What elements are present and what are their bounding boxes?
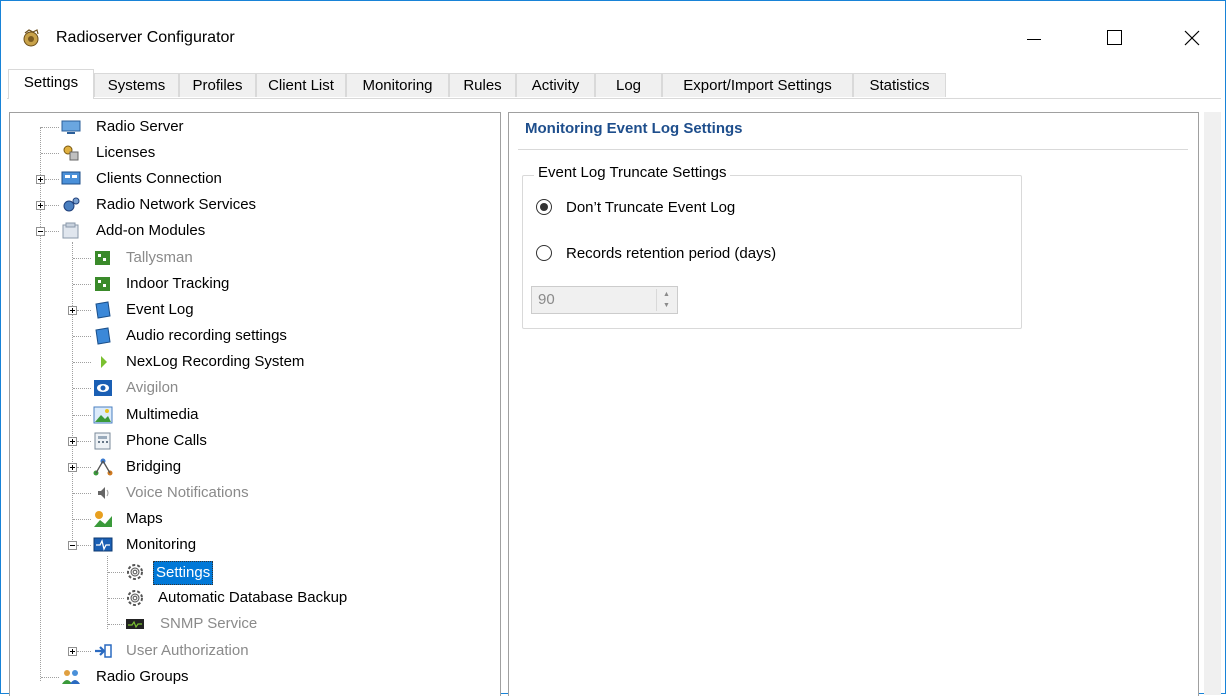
tab-settings[interactable]: Settings — [8, 69, 94, 99]
tab-activity[interactable]: Activity — [516, 73, 595, 97]
multimedia-icon — [93, 406, 113, 424]
tree-line — [73, 519, 91, 520]
tree-line — [108, 572, 124, 573]
tree-line — [73, 336, 91, 337]
tab-monitoring[interactable]: Monitoring — [346, 73, 449, 97]
tab-divider — [7, 98, 1221, 99]
user-authorization-icon — [95, 644, 112, 658]
tab-export-import-settings[interactable]: Export/Import Settings — [662, 73, 853, 97]
tree-line — [45, 231, 59, 232]
tree-line — [73, 258, 91, 259]
audio-recording-icon — [95, 327, 111, 345]
tab-statistics[interactable]: Statistics — [853, 73, 946, 97]
collapse-monitoring-button[interactable] — [68, 541, 77, 550]
licenses-icon — [63, 145, 79, 161]
tree-line — [45, 179, 59, 180]
tree-line — [45, 205, 59, 206]
section-title: Monitoring Event Log Settings — [525, 120, 743, 137]
server-icon — [61, 120, 81, 134]
tree-line — [40, 127, 41, 681]
tree-line — [72, 242, 73, 544]
expand-user-authorization-button[interactable] — [68, 647, 77, 656]
tree-line — [41, 153, 59, 154]
radio-groups-icon — [62, 670, 80, 684]
tree-line — [41, 677, 59, 678]
stepper-up-button[interactable]: ▲ — [657, 289, 676, 300]
tree-line — [77, 467, 91, 468]
bridging-icon — [93, 458, 113, 476]
tallysman-icon — [95, 251, 110, 265]
tree-line — [77, 310, 91, 311]
tree-line — [41, 127, 59, 128]
dont-truncate-label[interactable]: Don’t Truncate Event Log — [566, 199, 735, 216]
indoor-tracking-icon — [95, 277, 110, 291]
event-log-icon — [95, 301, 111, 319]
close-button[interactable] — [1169, 23, 1215, 53]
tab-profiles[interactable]: Profiles — [179, 73, 256, 97]
monitoring-icon — [93, 537, 113, 552]
section-divider — [518, 149, 1188, 150]
expand-phone-calls-button[interactable] — [68, 437, 77, 446]
tab-log[interactable]: Log — [595, 73, 662, 97]
tree-line — [73, 415, 91, 416]
nexlog-icon — [101, 356, 107, 368]
retention-days-value: 90 — [538, 291, 555, 308]
gear-icon — [127, 564, 143, 580]
radio-network-services-icon — [63, 197, 80, 212]
stepper-down-button[interactable]: ▼ — [657, 300, 676, 311]
window-edge-strip — [1204, 112, 1221, 695]
dont-truncate-radio[interactable] — [536, 199, 552, 215]
expand-bridging-button[interactable] — [68, 463, 77, 472]
tab-rules[interactable]: Rules — [449, 73, 516, 97]
minimize-button[interactable] — [1011, 23, 1057, 53]
collapse-addon-modules-button[interactable] — [36, 227, 45, 236]
tab-systems[interactable]: Systems — [94, 73, 179, 97]
app-logo-icon — [23, 29, 39, 47]
speaker-icon — [98, 487, 109, 499]
tab-client-list[interactable]: Client List — [256, 73, 346, 97]
tree-line — [73, 388, 91, 389]
window-title: Radioserver Configurator — [56, 29, 235, 46]
tree-line — [77, 545, 91, 546]
app-window: Radioserver Configurator Settings System… — [0, 0, 1226, 696]
stepper-buttons: ▲ ▼ — [656, 289, 676, 311]
expand-radio-network-services-button[interactable] — [36, 201, 45, 210]
retention-period-radio[interactable] — [536, 245, 552, 261]
avigilon-icon — [94, 380, 112, 396]
phone-calls-icon — [94, 432, 111, 450]
tree-line — [108, 598, 124, 599]
maximize-button[interactable] — [1097, 23, 1143, 53]
clients-connection-icon — [61, 171, 81, 185]
title-bar: Radioserver Configurator — [1, 1, 1225, 63]
addon-modules-icon — [62, 222, 79, 239]
tree-line — [77, 441, 91, 442]
tree-line — [107, 556, 108, 629]
gear-icon — [127, 590, 143, 606]
group-title: Event Log Truncate Settings — [534, 164, 731, 181]
tree-line — [73, 493, 91, 494]
snmp-icon — [126, 619, 144, 629]
maps-icon — [94, 511, 112, 527]
tree-line — [73, 284, 91, 285]
retention-period-label[interactable]: Records retention period (days) — [566, 245, 776, 262]
tree-line — [77, 651, 91, 652]
retention-days-stepper[interactable]: 90 ▲ ▼ — [531, 286, 678, 314]
expand-event-log-button[interactable] — [68, 306, 77, 315]
expand-clients-connection-button[interactable] — [36, 175, 45, 184]
tree-line — [108, 624, 124, 625]
close-icon — [1184, 30, 1200, 46]
tree-line — [73, 362, 91, 363]
